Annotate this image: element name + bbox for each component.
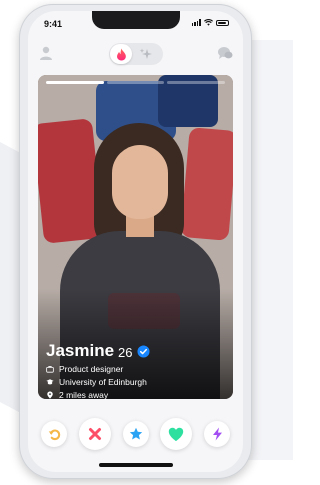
photo-pager xyxy=(46,81,226,84)
profile-card[interactable]: Jasmine 26 Product designer University o… xyxy=(38,75,233,399)
signal-icon xyxy=(191,19,201,26)
chat-icon[interactable] xyxy=(217,45,233,61)
like-button[interactable] xyxy=(160,418,193,450)
status-time: 9:41 xyxy=(44,19,63,29)
super-like-button[interactable] xyxy=(122,421,149,447)
phone-frame: 9:41 Jasmine 26 Product designer Univers… xyxy=(19,4,252,479)
app-screen: 9:41 Jasmine 26 Product designer Univers… xyxy=(28,11,243,472)
sparkle-icon xyxy=(139,48,152,59)
rewind-button[interactable] xyxy=(41,421,67,447)
wifi-icon xyxy=(204,19,213,26)
lightning-icon xyxy=(212,427,222,441)
tab-swipe[interactable] xyxy=(110,44,132,64)
phone-notch xyxy=(92,11,180,29)
photo-indicator-active[interactable] xyxy=(46,81,104,84)
top-nav xyxy=(28,41,243,67)
graduation-cap-icon xyxy=(46,379,54,385)
profile-info: Jasmine 26 Product designer University o… xyxy=(46,341,150,399)
profile-icon[interactable] xyxy=(38,45,54,61)
profile-name: Jasmine xyxy=(46,341,115,360)
action-bar xyxy=(41,418,230,450)
flame-icon xyxy=(116,48,126,60)
profile-age: 26 xyxy=(118,344,133,360)
close-icon xyxy=(88,428,101,440)
name-row: Jasmine 26 xyxy=(46,341,150,361)
verified-badge-icon xyxy=(136,344,150,358)
briefcase-icon xyxy=(46,366,54,373)
distance-text: 2 miles away xyxy=(59,390,109,399)
status-icons xyxy=(191,19,229,26)
nope-button[interactable] xyxy=(78,418,111,450)
photo-indicator[interactable] xyxy=(167,81,226,84)
rewind-icon xyxy=(48,429,60,440)
profile-school: University of Edinburgh xyxy=(46,377,150,387)
boost-button[interactable] xyxy=(204,421,230,447)
discover-mode-toggle[interactable] xyxy=(109,43,163,65)
photo-indicator[interactable] xyxy=(106,81,165,84)
profile-job: Product designer xyxy=(46,364,150,374)
location-pin-icon xyxy=(47,391,53,399)
home-indicator xyxy=(99,463,173,467)
star-icon xyxy=(129,427,142,440)
school-text: University of Edinburgh xyxy=(59,377,147,387)
profile-distance: 2 miles away xyxy=(46,390,150,399)
tab-explore[interactable] xyxy=(132,48,160,60)
battery-icon xyxy=(216,19,229,26)
job-text: Product designer xyxy=(59,364,124,374)
heart-icon xyxy=(169,427,184,441)
